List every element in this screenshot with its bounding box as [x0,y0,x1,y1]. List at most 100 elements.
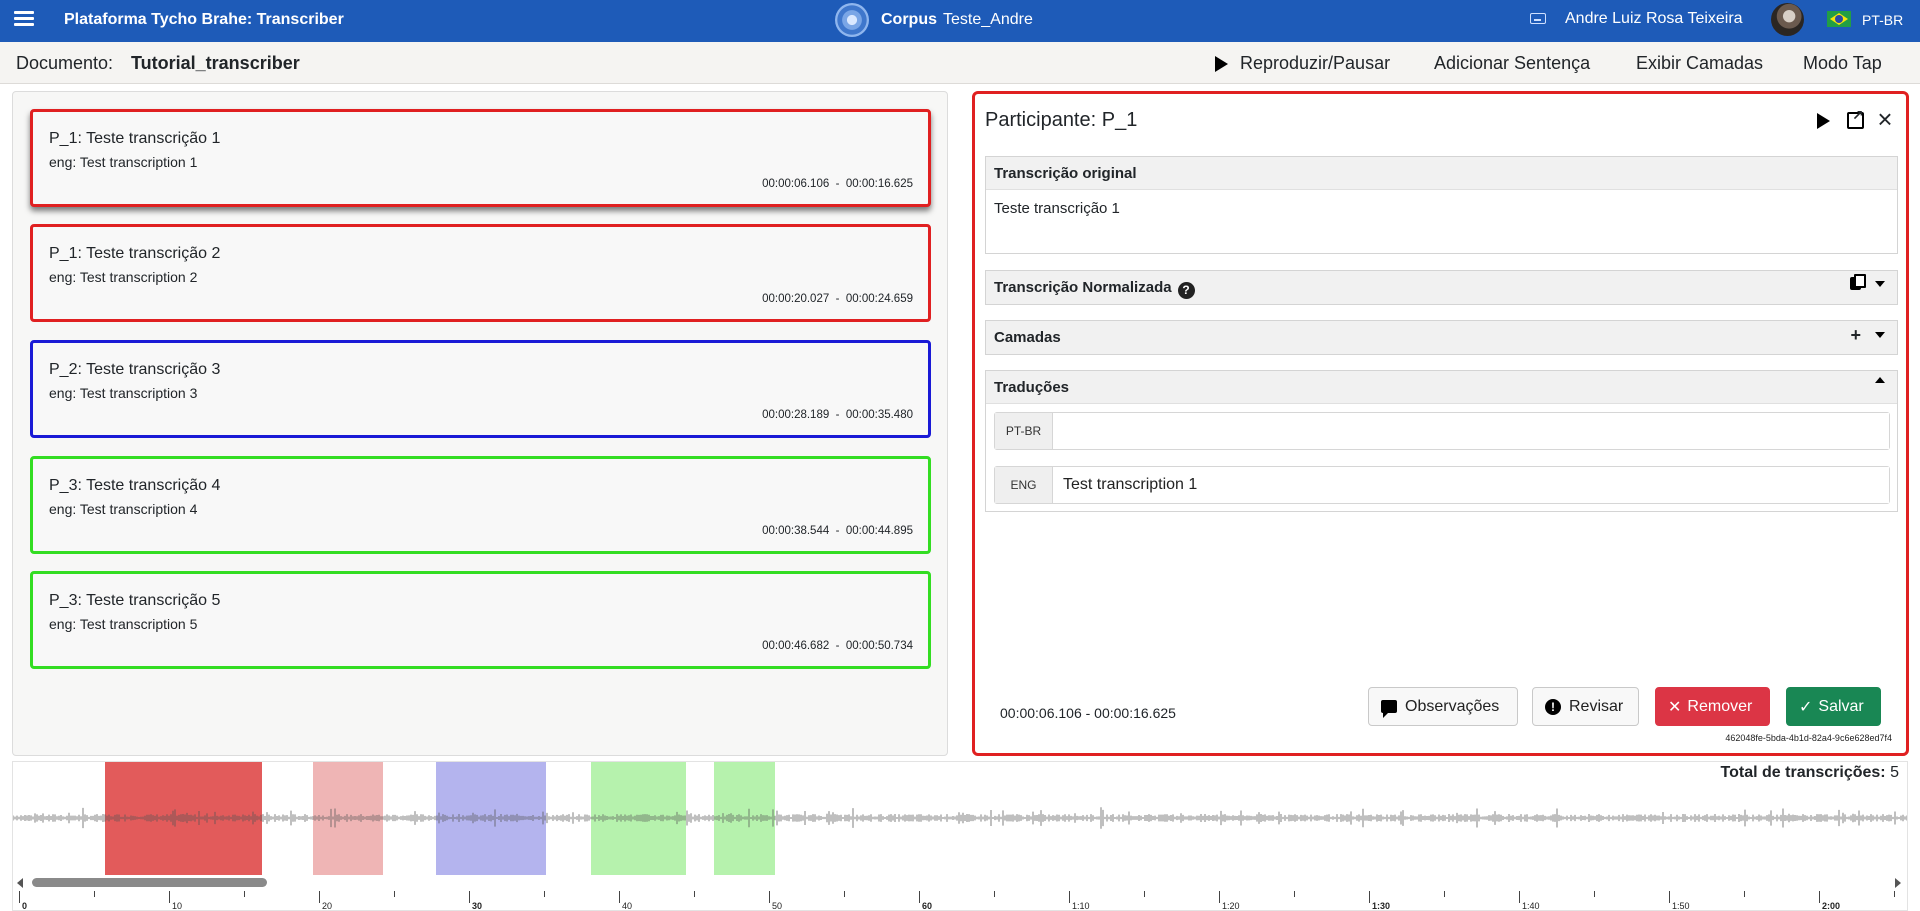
corpus-name: Teste_Andre [943,11,1033,28]
ruler-tick [94,891,95,897]
ruler-label: 1:30 [1372,901,1391,911]
corpus-logo-icon [835,3,869,37]
show-layers-button[interactable]: Exibir Camadas [1636,53,1763,74]
external-link-icon[interactable] [1847,107,1864,129]
ruler-label: 10 [172,901,183,911]
top-navbar: Plataforma Tycho Brahe: Transcriber Corp… [0,0,1920,42]
transcription-card[interactable]: P_1: Teste transcrição 1 eng: Test trans… [30,109,931,207]
save-label: Salvar [1818,697,1864,715]
ruler-tick [19,891,20,903]
card-title: P_1: Teste transcrição 1 [49,130,221,147]
ruler-label: 60 [922,901,933,911]
ruler-tick [1144,891,1145,897]
normalized-transcription-section[interactable]: Transcrição Normalizada? [985,270,1898,305]
ruler-tick [1744,891,1745,897]
total-count: 5 [1890,764,1899,781]
segment-uuid: 462048fe-5bda-4b1d-82a4-9c6e628ed7f4 [1725,733,1892,743]
total-transcriptions: Total de transcrições: 5 [1721,764,1899,782]
remove-button[interactable]: ✕ Remover [1655,687,1770,726]
card-title: P_3: Teste transcrição 5 [49,592,221,609]
tap-mode-button[interactable]: Modo Tap [1803,53,1882,74]
review-button[interactable]: ! Revisar [1532,687,1639,726]
brazil-flag-icon[interactable] [1827,11,1851,27]
card-translation: eng: Test transcription 5 [49,616,198,632]
transcription-card[interactable]: P_1: Teste transcrição 2 eng: Test trans… [30,224,931,322]
ruler-tick [394,891,395,897]
audio-waveform [13,807,1907,829]
transcription-card[interactable]: P_3: Teste transcrição 5 eng: Test trans… [30,571,931,669]
ruler-tick [994,891,995,897]
ruler-tick [1819,891,1820,903]
corpus-info: Corpus Teste_Andre [835,3,1033,37]
ruler-label: 1:50 [1672,901,1690,911]
ruler-tick [919,891,920,903]
participant-name: P_1 [1101,109,1138,131]
ruler-tick [1219,891,1220,903]
play-pause-label: Reproduzir/Pausar [1240,53,1391,73]
play-icon [1215,55,1228,72]
layers-header[interactable]: Camadas + [986,321,1897,354]
hamburger-menu-icon[interactable] [14,8,34,28]
document-label: Documento: [16,53,114,73]
card-translation: eng: Test transcription 2 [49,269,198,285]
ruler-tick [1369,891,1370,903]
waveform-panel[interactable]: Total de transcrições: 5 0 10 20 30 40 50 60 1:… [12,761,1908,911]
ruler-tick [1069,891,1070,903]
chevron-down-icon[interactable] [1875,332,1885,338]
play-pause-button[interactable]: Reproduzir/Pausar [1215,53,1390,74]
notes-label: Observações [1405,697,1500,715]
transcription-list: P_1: Teste transcrição 1 eng: Test trans… [12,91,948,756]
translation-row-eng: ENG [994,466,1890,504]
normalized-transcription-header[interactable]: Transcrição Normalizada? [986,271,1897,304]
ruler-tick [1444,891,1445,897]
translation-input-ptbr[interactable] [1053,413,1889,449]
total-label: Total de transcrições: [1720,764,1886,781]
copy-icon[interactable] [1850,274,1866,290]
ruler-tick [319,891,320,903]
save-button[interactable]: ✓ Salvar [1786,687,1881,726]
plus-icon[interactable]: + [1850,326,1861,344]
ruler-tick [694,891,695,897]
close-icon[interactable]: × [1875,106,1895,132]
language-selector[interactable]: PT-BR [1862,12,1903,28]
participant-label: Participante: [985,109,1097,131]
ruler-tick [619,891,620,903]
exclamation-icon: ! [1545,698,1561,715]
card-time-range: 00:00:38.544 - 00:00:44.895 [762,525,913,537]
x-icon: ✕ [1668,698,1682,716]
avatar[interactable] [1771,3,1804,36]
ruler-tick [1294,891,1295,897]
corpus-label: Corpus [881,11,937,28]
card-translation: eng: Test transcription 4 [49,501,198,517]
scroll-right-arrow-icon[interactable] [1895,878,1901,888]
waveform-scrollbar-thumb[interactable] [32,878,267,887]
ruler-label: 1:20 [1222,901,1240,911]
card-title: P_2: Teste transcrição 3 [49,361,221,378]
add-sentence-button[interactable]: Adicionar Sentença [1434,53,1590,74]
translation-input-eng[interactable] [1053,467,1889,503]
translations-header[interactable]: Traduções [986,371,1897,404]
layers-section[interactable]: Camadas + [985,320,1898,355]
normalized-transcription-label: Transcrição Normalizada [994,279,1172,296]
ruler-label: 1:40 [1522,901,1540,911]
ruler-tick [169,891,170,903]
ruler-tick [1594,891,1595,897]
card-title: P_3: Teste transcrição 4 [49,477,221,494]
scroll-left-arrow-icon[interactable] [17,878,23,888]
chevron-down-icon[interactable] [1875,280,1885,287]
keyboard-icon[interactable] [1530,13,1546,24]
card-time-range: 00:00:46.682 - 00:00:50.734 [762,640,913,652]
chevron-up-icon[interactable] [1875,377,1885,383]
segment-time-range: 00:00:06.106 - 00:00:16.625 [1000,705,1176,721]
transcription-card[interactable]: P_2: Teste transcrição 3 eng: Test trans… [30,340,931,438]
card-time-range: 00:00:28.189 - 00:00:35.480 [762,409,913,421]
original-transcription-textarea[interactable]: Teste transcrição 1 [986,190,1897,254]
ruler-label: 40 [622,901,633,911]
user-name[interactable]: Andre Luiz Rosa Teixeira [1565,10,1743,28]
review-label: Revisar [1569,697,1624,715]
transcription-editor: Participante: P_1 × Transcrição original… [972,91,1909,756]
help-icon[interactable]: ? [1177,282,1195,299]
transcription-card[interactable]: P_3: Teste transcrição 4 eng: Test trans… [30,456,931,554]
play-segment-icon[interactable] [1817,113,1830,129]
notes-button[interactable]: Observações [1368,687,1518,726]
